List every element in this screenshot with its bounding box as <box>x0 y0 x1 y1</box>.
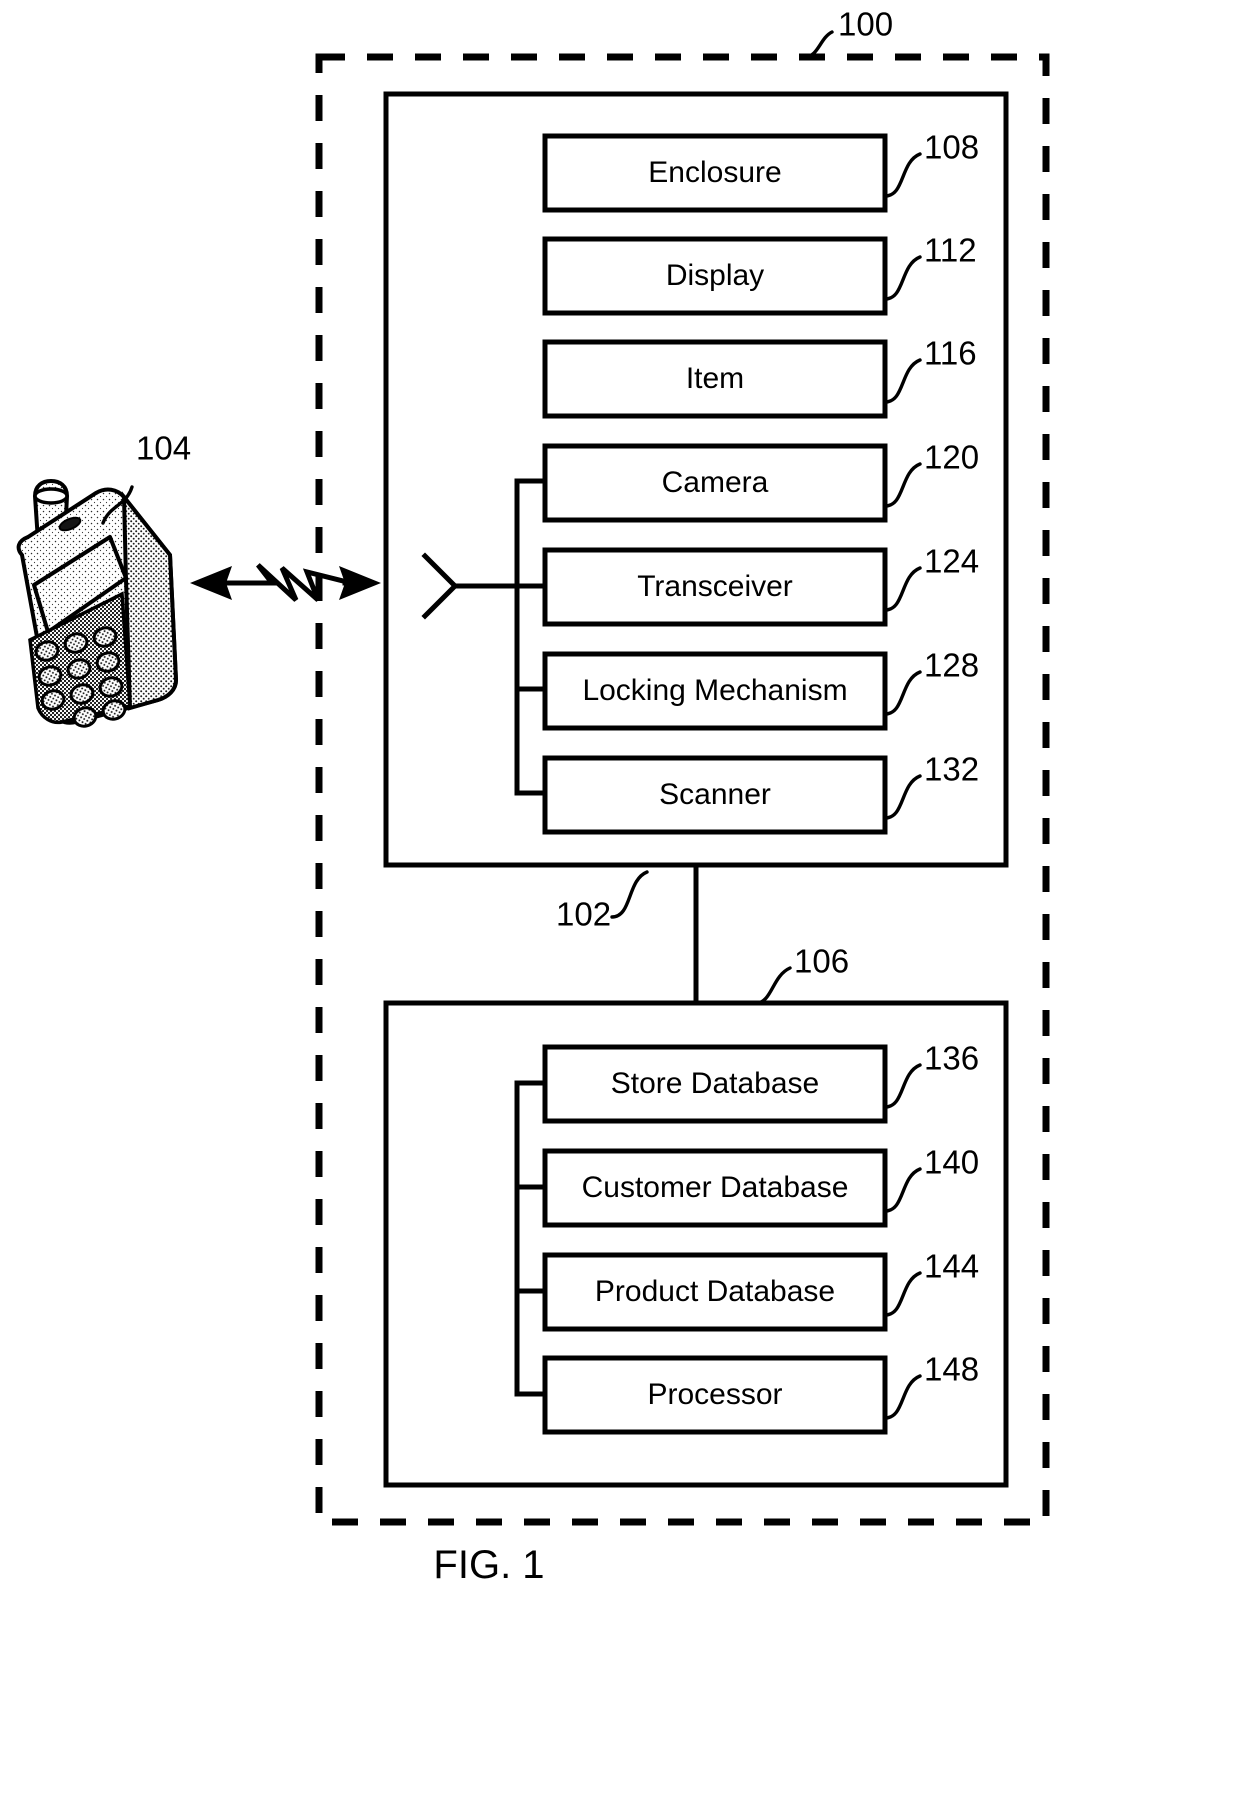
ref-106: 106 <box>794 943 849 980</box>
patent-figure: 100 Enclosure 108 Display 112 Item 116 C… <box>0 0 1240 1815</box>
mobile-phone-illustration <box>16 478 179 728</box>
ref-120: 120 <box>924 439 979 476</box>
phone-side-face <box>121 491 179 711</box>
block-enclosure-label: Enclosure <box>648 156 781 189</box>
ref-148: 148 <box>924 1351 979 1388</box>
figure-canvas: 100 Enclosure 108 Display 112 Item 116 C… <box>16 6 1050 1587</box>
ref-116: 116 <box>924 335 977 372</box>
ref-104: 104 <box>136 430 191 467</box>
zigzag-segment <box>223 563 355 602</box>
ref-128: 128 <box>924 647 979 684</box>
block-camera-label: Camera <box>662 466 769 499</box>
leader-148 <box>883 1374 922 1420</box>
ref-140: 140 <box>924 1144 979 1181</box>
antenna-icon <box>421 552 459 620</box>
ref-100: 100 <box>838 6 893 43</box>
leader-106 <box>754 966 792 1005</box>
block-item-label: Item <box>686 362 744 395</box>
ref-132: 132 <box>924 751 979 788</box>
ref-108: 108 <box>924 129 979 166</box>
leader-124 <box>883 566 922 612</box>
block-customer-database-label: Customer Database <box>582 1171 849 1204</box>
wireless-link-arrow <box>190 563 381 602</box>
block-store-database-label: Store Database <box>611 1067 819 1100</box>
phone-antenna-tip <box>33 487 69 505</box>
leader-132 <box>883 774 922 820</box>
leader-100 <box>803 30 834 59</box>
ref-136: 136 <box>924 1040 979 1077</box>
block-locking-mechanism-label: Locking Mechanism <box>582 674 847 707</box>
leader-120 <box>883 462 922 508</box>
block-display-label: Display <box>666 259 764 292</box>
leader-116 <box>883 358 922 404</box>
block-processor-label: Processor <box>647 1378 782 1411</box>
leader-108 <box>883 152 922 198</box>
block-product-database-label: Product Database <box>595 1275 835 1308</box>
leader-112 <box>883 255 922 301</box>
figure-caption: FIG. 1 <box>433 1543 544 1587</box>
ref-102: 102 <box>556 896 611 933</box>
leader-140 <box>883 1167 922 1213</box>
block-transceiver-label: Transceiver <box>637 570 793 603</box>
leader-102 <box>610 870 649 919</box>
leader-136 <box>883 1063 922 1109</box>
leader-144 <box>883 1271 922 1317</box>
ref-112: 112 <box>924 232 977 269</box>
leader-128 <box>883 670 922 716</box>
ref-124: 124 <box>924 543 979 580</box>
block-scanner-label: Scanner <box>659 778 771 811</box>
ref-144: 144 <box>924 1248 979 1285</box>
